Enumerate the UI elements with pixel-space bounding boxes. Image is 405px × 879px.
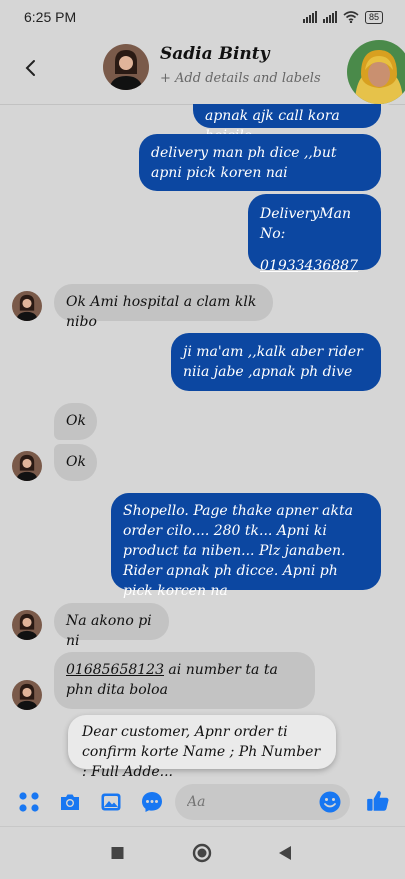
message-bubble-sent[interactable]: ji ma'am ,,kalk aber rider niia jabe ,ap… — [171, 333, 381, 391]
wifi-icon — [343, 11, 359, 23]
recents-square-icon[interactable] — [110, 841, 126, 865]
sender-avatar[interactable] — [12, 451, 42, 481]
home-circle-icon[interactable] — [191, 841, 213, 865]
sender-avatar[interactable] — [12, 680, 42, 710]
menu-dots-icon[interactable] — [17, 790, 41, 814]
message-bubble-received[interactable]: Ok Ami hospital a clam klk nibo — [54, 284, 273, 330]
chat-bubble-icon[interactable] — [140, 790, 164, 814]
like-thumbs-up-icon[interactable] — [365, 788, 391, 814]
message-bubble-received[interactable]: Ok — [54, 444, 97, 481]
signal-icon-2 — [322, 11, 337, 23]
status-icons: 85 — [302, 10, 383, 24]
gallery-icon[interactable] — [99, 790, 123, 814]
phone-link[interactable]: 01933436887 — [260, 256, 369, 276]
message-bubble-sent[interactable]: Shopello. Page thake apner akta order ci… — [111, 493, 381, 599]
message-bubble-sent[interactable]: apnak ajk call kora hoicilo — [193, 104, 381, 144]
contact-name[interactable]: Sadia Binty — [160, 44, 270, 64]
system-nav-bar — [0, 826, 405, 879]
suggested-reply-chip[interactable]: Dear customer, Apnr order ti confirm kor… — [68, 715, 336, 780]
message-bubble-sent[interactable]: DeliveryMan No: 01933436887 — [248, 194, 381, 274]
sender-avatar[interactable] — [12, 610, 42, 640]
back-button[interactable] — [20, 54, 42, 82]
camera-icon[interactable] — [58, 790, 82, 814]
contact-avatar[interactable] — [103, 44, 149, 90]
conversation-header: Sadia Binty + Add details and labels — [0, 34, 405, 106]
message-bubble-received[interactable]: 01685658123 ai number ta ta phn dita bol… — [54, 652, 315, 709]
message-list[interactable]: apnak ajk call kora hoicilo delivery man… — [0, 104, 405, 784]
profile-avatar[interactable] — [345, 38, 405, 106]
message-bubble-received[interactable]: Na akono pi ni — [54, 603, 169, 649]
signal-icon — [302, 11, 317, 23]
battery-indicator: 85 — [364, 10, 383, 24]
sender-avatar[interactable] — [12, 291, 42, 321]
phone-link[interactable]: 01685658123 — [66, 662, 164, 678]
add-details-link[interactable]: + Add details and labels — [160, 71, 321, 86]
back-triangle-icon[interactable] — [277, 841, 293, 865]
message-bubble-sent[interactable]: delivery man ph dice ,,but apni pick kor… — [139, 134, 381, 191]
status-bar: 6:25 PM 85 — [0, 0, 405, 34]
emoji-icon[interactable] — [318, 790, 342, 814]
composer-bar — [0, 782, 405, 822]
status-time: 6:25 PM — [24, 9, 77, 25]
message-bubble-received[interactable]: Ok — [54, 403, 97, 440]
